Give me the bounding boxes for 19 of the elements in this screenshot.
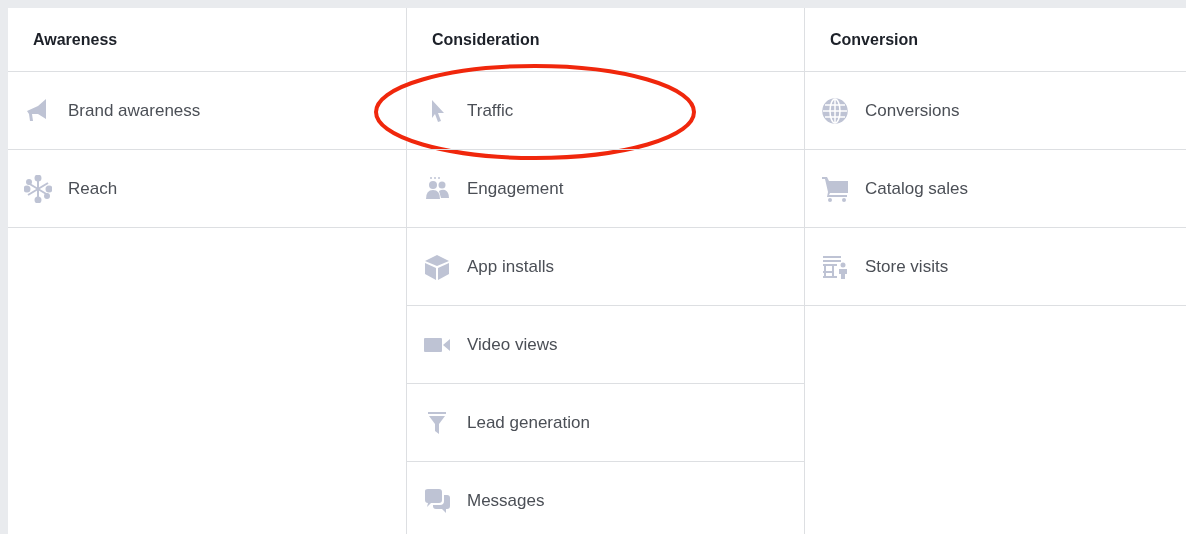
chat-bubbles-icon bbox=[423, 486, 451, 515]
column-header: Consideration bbox=[432, 29, 540, 50]
shopping-cart-icon bbox=[821, 174, 849, 203]
objective-option[interactable]: Reach bbox=[8, 150, 406, 228]
objective-option[interactable]: Lead generation bbox=[407, 384, 804, 462]
objective-option[interactable]: App installs bbox=[407, 228, 804, 306]
objective-option[interactable]: Video views bbox=[407, 306, 804, 384]
globe-icon bbox=[821, 96, 849, 125]
objective-option[interactable]: Conversions bbox=[805, 72, 1186, 150]
column-header: Awareness bbox=[33, 29, 118, 50]
objective-option[interactable]: Messages bbox=[407, 462, 804, 534]
objective-option[interactable]: Engagement bbox=[407, 150, 804, 228]
objective-option[interactable]: Store visits bbox=[805, 228, 1186, 306]
cube-icon bbox=[423, 252, 451, 281]
objective-option[interactable]: Traffic bbox=[407, 72, 804, 150]
column-header: Conversion bbox=[830, 29, 918, 50]
objective-option[interactable]: Catalog sales bbox=[805, 150, 1186, 228]
network-icon bbox=[24, 174, 52, 203]
objective-option[interactable]: Brand awareness bbox=[8, 72, 406, 150]
